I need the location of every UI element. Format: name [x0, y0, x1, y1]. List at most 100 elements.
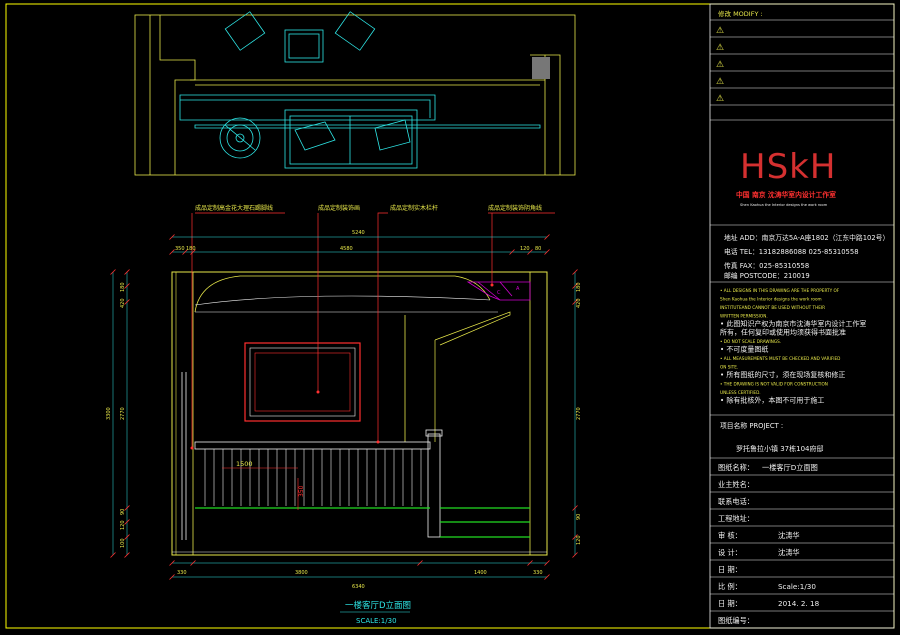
- info-label: 图纸编号：: [718, 616, 754, 625]
- studio-postcode: 邮编 POSTCODE：210019: [724, 271, 810, 280]
- plan-armchair: [284, 29, 324, 63]
- info-label: 工程地址：: [718, 514, 754, 523]
- note-line: ON SITE.: [720, 365, 738, 370]
- note-line: • ALL DESIGNS IN THIS DRAWING ARE THE PR…: [720, 288, 840, 293]
- info-label: 业主姓名：: [718, 480, 754, 489]
- info-label: 日 期：: [718, 565, 742, 574]
- plan-chair-right: [334, 11, 376, 51]
- plan-view: [134, 11, 576, 176]
- top-dim-5: 80: [535, 246, 541, 252]
- studio-fax: 传真 FAX：025-85310558: [724, 261, 809, 270]
- plan-column: [532, 57, 550, 79]
- note-line: • 不可度量图纸: [720, 345, 768, 354]
- drawing-scale: SCALE:1/30: [356, 617, 397, 625]
- plan-armchair-seat: [288, 33, 320, 59]
- label-painting: 成品定制装饰画: [318, 204, 360, 212]
- left-dim-2: 420: [120, 298, 126, 308]
- note-line: 所有，任何复印或使用均须获得书面批准: [720, 328, 846, 337]
- info-value: 沈涛华: [778, 531, 800, 540]
- ceiling-trim: [194, 295, 498, 313]
- ceiling-arch: [194, 275, 491, 313]
- info-label: 图纸名称：: [718, 463, 754, 472]
- rail-dims: [222, 467, 299, 510]
- note-line: Shen Kaohua the Interior designs the wor…: [720, 297, 822, 302]
- info-value: 沈涛华: [778, 548, 800, 557]
- baseboard-lines: [195, 507, 530, 538]
- note-line: WRITTEN PERMISSION.: [720, 314, 768, 319]
- bottom-dim-1: 330: [177, 570, 187, 576]
- painting-canvas: [254, 352, 351, 412]
- note-line: • ALL MEASUREMENTS MUST BE CHECKED AND V…: [720, 356, 840, 361]
- note-line: • 所有图纸的尺寸，须在现场复核和修正: [720, 370, 845, 379]
- painting-frame-outer: [244, 342, 361, 422]
- plan-chair-left: [224, 11, 266, 51]
- info-value: 2014. 2. 18: [778, 599, 820, 608]
- top-total-dim: 5240: [352, 230, 365, 236]
- plan-window-wall: [190, 79, 546, 175]
- project-name: 罗托鲁拉小镇 37栋104府邸: [736, 444, 824, 453]
- project-label: 项目名称 PROJECT :: [720, 421, 783, 430]
- warning-icon: ⚠: [716, 77, 724, 87]
- info-label: 日 期：: [718, 599, 742, 608]
- modify-rows: ⚠ ⚠ ⚠ ⚠ ⚠: [710, 26, 894, 106]
- studio-logo: HSkH: [740, 147, 836, 187]
- note-line: • THE DRAWING IS NOT VALID FOR CONSTRUCT…: [720, 382, 828, 387]
- painting-frame-mid: [249, 347, 356, 417]
- railing-balusters: [204, 449, 422, 506]
- left-dim-4: 90: [120, 509, 126, 515]
- right-dim-1: 180: [576, 282, 582, 292]
- note-line: • 此图知识产权为南京市沈涛华室内设计工作室: [720, 319, 866, 328]
- elevation-view: C A 1500 350: [171, 271, 548, 556]
- plan-cushion-left: [294, 121, 336, 151]
- rail-height-dim: 350: [298, 485, 305, 497]
- studio-slogan: Shen Kaohua the Interior designs the wor…: [740, 203, 828, 207]
- info-label: 联系电话：: [718, 497, 754, 506]
- plan-cushion-right: [374, 119, 411, 151]
- rail-width-dim: 1500: [236, 460, 253, 468]
- left-dim-3: 2770: [120, 407, 126, 420]
- drawing-title: 一楼客厅D立面图: [345, 600, 411, 611]
- top-dim-2: 180: [186, 246, 196, 252]
- studio-name: 中国 南京 沈涛华室内设计工作室: [736, 190, 836, 199]
- warning-icon: ⚠: [716, 60, 724, 70]
- note-line: INSTITUTEAND CANNOT BE USED WITHOUT THEI…: [720, 305, 825, 310]
- studio-address: 地址 ADD：南京万达5A-A座1802（江东中路102号）: [724, 233, 889, 242]
- left-total-dim: 3300: [106, 407, 112, 420]
- right-dim-5: 120: [576, 535, 582, 545]
- info-label: 设 计：: [718, 548, 742, 557]
- left-dim-1: 180: [120, 282, 126, 292]
- right-dim-4: 90: [576, 514, 582, 520]
- info-text: 图纸名称： 一楼客厅D立面图业主姓名：联系电话：工程地址：审 核： 沈涛华设 计：沈…: [718, 463, 820, 625]
- info-label: 审 核：: [718, 531, 742, 540]
- warning-icon: ⚠: [716, 26, 724, 36]
- left-dim-6: 100: [120, 538, 126, 548]
- label-railing: 成品定制实木栏杆: [390, 204, 438, 212]
- bottom-dim-3: 1400: [474, 570, 487, 576]
- cad-drawing: C A 1500 350 成品定制高金花大理石踢脚线 成品定制装饰画 成品定制实…: [5, 3, 895, 629]
- plan-sofa: [284, 109, 418, 169]
- note-line: • DO NOT SCALE DRAWINGS.: [720, 339, 781, 344]
- bottom-total-dim: 6340: [352, 584, 365, 590]
- left-dim-5: 120: [120, 520, 126, 530]
- info-value: Scale:1/30: [778, 582, 816, 591]
- stair-line: [434, 311, 511, 442]
- studio-phone: 电话 TEL：13182886088 025-85310558: [724, 247, 859, 256]
- warning-icon: ⚠: [716, 94, 724, 104]
- warning-icon: ⚠: [716, 43, 724, 53]
- top-dim-4: 120: [520, 246, 530, 252]
- info-value: 一楼客厅D立面图: [762, 463, 818, 472]
- note-line: UNLESS CERTIFIED.: [720, 390, 761, 395]
- label-baseboard: 成品定制高金花大理石踢脚线: [195, 204, 273, 212]
- svg-text:C: C: [497, 290, 501, 296]
- modify-label: 修改 MODIFY :: [718, 9, 763, 18]
- bottom-dim-2: 3800: [295, 570, 308, 576]
- dimension-ticks: [110, 234, 578, 580]
- info-label: 比 例：: [718, 582, 742, 591]
- right-dim-2: 420: [576, 298, 582, 308]
- top-dim-1: 350: [175, 246, 185, 252]
- bottom-dim-4: 330: [533, 570, 543, 576]
- disclaimer-notes: • ALL DESIGNS IN THIS DRAWING ARE THE PR…: [720, 288, 866, 405]
- note-line: • 除有批核外，本图不可用于施工: [720, 396, 824, 405]
- top-dim-3: 4580: [340, 246, 353, 252]
- label-cornice: 成品定制装饰阴角线: [488, 204, 542, 212]
